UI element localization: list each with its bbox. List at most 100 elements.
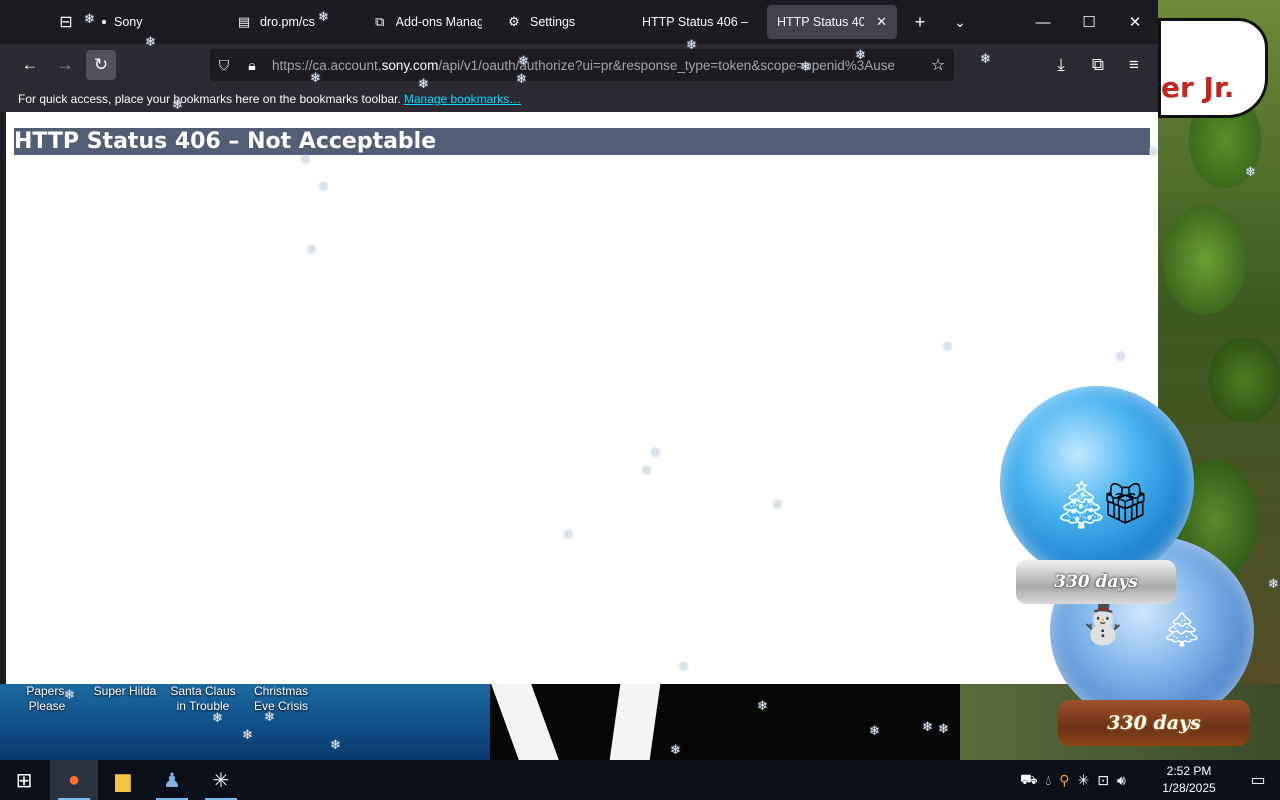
plus-icon: +: [914, 11, 926, 32]
snowflake-icon: ❄: [650, 445, 661, 460]
snowflake-icon: ❄: [772, 497, 783, 512]
extensions-button[interactable]: ⧉: [1083, 50, 1113, 80]
snowflake-icon: ❄: [942, 339, 953, 354]
speech-bubble-text: er Jr.: [1161, 71, 1235, 104]
close-icon: ✕: [1128, 14, 1142, 31]
snowflake-icon: ❄: [84, 11, 95, 26]
snowflake-icon: ❄: [1148, 144, 1159, 159]
snowflake-icon: ❄: [418, 76, 429, 91]
maximize-icon: ☐: [1082, 14, 1096, 31]
url-text[interactable]: https://ca.account.sony.com/api/v1/oauth…: [266, 58, 922, 73]
tab-http-406-1[interactable]: HTTP Status 406 – N: [632, 5, 762, 39]
wallpaper-legs: [491, 684, 675, 760]
desktop-icon-super-hilda[interactable]: Super Hilda: [88, 684, 162, 714]
snowman-icon: ⛄: [1078, 602, 1128, 646]
snowflake-icon: ❄: [310, 70, 321, 85]
gear-icon: ⚙: [508, 14, 520, 29]
snowflake-icon: ❄: [330, 737, 341, 752]
snowflake-icon: ❄: [670, 742, 681, 757]
maximize-button[interactable]: ☐: [1066, 0, 1112, 44]
people-icon: ♟: [163, 769, 181, 792]
droplet-icon[interactable]: 💧︎: [1046, 772, 1052, 789]
notifications-button[interactable]: ▭: [1246, 768, 1270, 792]
back-button[interactable]: ←: [15, 50, 45, 80]
start-button[interactable]: ⊞: [0, 760, 48, 800]
new-tab-button[interactable]: +: [906, 8, 934, 36]
url-bar[interactable]: ⛉ 🔒︎ https://ca.account.sony.com/api/v1/…: [210, 49, 954, 81]
snowflake-icon: ❄: [1268, 576, 1279, 591]
tab-http-406-active[interactable]: HTTP Status 406 – ✕: [767, 5, 897, 39]
pine-tree-icon: 🌲︎: [1160, 611, 1204, 649]
snowflake-icon: ❄: [518, 53, 529, 68]
clock-time: 2:52 PM: [1166, 764, 1212, 778]
tab-bar: ⊟ Sony ▤ dro.pm/cs ⧉ Add-ons Manag ⚙ Set…: [0, 0, 1158, 44]
close-window-button[interactable]: ✕: [1112, 0, 1158, 44]
snowflake-icon: ❄: [264, 709, 275, 724]
taskbar-app-star[interactable]: ✳: [197, 760, 245, 800]
app-menu-button[interactable]: ≡: [1119, 50, 1149, 80]
snowflake-icon: ❄: [212, 710, 223, 725]
snowflake-icon: ❄: [855, 47, 866, 62]
taskbar: ⊞ ● ▆ ♟ ✳ ⛟ 💧︎ ⚲ ✳ ⊡ 🔊︎ 2:52 PM 1/28/202…: [0, 760, 1280, 800]
folder-icon: ▆: [115, 769, 131, 792]
firefox-view-button[interactable]: ⊟: [52, 8, 80, 36]
close-tab-icon[interactable]: ✕: [876, 14, 887, 30]
desktop-icon-christmas-eve[interactable]: Christmas Eve Crisis: [244, 684, 318, 714]
snowflake-icon: ❄: [242, 727, 253, 742]
hamburger-menu-icon: ≡: [1129, 55, 1139, 74]
snowflake-icon: ❄: [145, 34, 156, 49]
taskbar-app-people[interactable]: ♟: [148, 760, 196, 800]
snowflake-icon: ❄: [64, 687, 75, 702]
page-content: HTTP Status 406 – Not Acceptable: [6, 112, 1158, 684]
snowflake-tray-icon[interactable]: ✳: [1078, 772, 1090, 789]
snowflake-icon: ❄: [757, 698, 768, 713]
volume-icon[interactable]: 🔊︎: [1117, 772, 1126, 789]
snowflake-icon: ❄: [306, 242, 317, 257]
gift-icon: 🎁︎: [1100, 482, 1151, 526]
tab-dro-pm[interactable]: ▤ dro.pm/cs: [226, 5, 356, 39]
clock[interactable]: 2:52 PM 1/28/2025: [1154, 763, 1224, 797]
snow-globe-base-2: 330 days: [1058, 700, 1250, 746]
reload-button[interactable]: ↻: [86, 50, 116, 80]
puzzle-icon: ⧉: [375, 14, 385, 29]
tab-sony[interactable]: Sony: [92, 5, 222, 39]
firefox-view-icon: ⊟: [59, 14, 73, 31]
page-title: HTTP Status 406 – Not Acceptable: [14, 128, 1150, 155]
search-icon[interactable]: ⚲: [1059, 772, 1069, 789]
snowflake-icon: ❄: [172, 97, 183, 112]
desktop-icon-santa-claus[interactable]: Santa Claus in Trouble: [166, 684, 240, 714]
bookmarks-hint: For quick access, place your bookmarks h…: [18, 92, 401, 106]
taskbar-file-explorer[interactable]: ▆: [99, 760, 147, 800]
snowflake-icon: ❄: [922, 719, 933, 734]
arrow-right-icon: →: [56, 55, 74, 74]
network-icon[interactable]: ⊡: [1097, 772, 1109, 789]
download-icon: ⤓: [1057, 55, 1065, 74]
forward-button[interactable]: →: [50, 50, 80, 80]
snowflake-icon: ❄: [318, 179, 329, 194]
snowflake-icon: ❄: [678, 659, 689, 674]
puzzle-icon: ⧉: [1091, 55, 1105, 74]
chevron-down-icon: ⌄: [954, 13, 966, 30]
bookmark-star-icon[interactable]: ☆: [922, 55, 954, 75]
tray-app-icon[interactable]: ⛟: [1020, 771, 1038, 790]
taskbar-firefox[interactable]: ●: [50, 760, 98, 800]
snowflake-icon: ❄: [1245, 164, 1256, 179]
firefox-icon: ●: [67, 768, 81, 791]
snowflake-icon: ❄: [563, 527, 574, 542]
reload-icon: ↻: [93, 55, 109, 74]
lock-icon[interactable]: 🔒︎: [238, 49, 266, 81]
clock-date: 1/28/2025: [1162, 781, 1216, 795]
snowflake-icon: ❄: [938, 721, 949, 736]
page-favicon: ▤: [237, 14, 251, 29]
list-tabs-button[interactable]: ⌄: [946, 8, 974, 36]
tab-settings[interactable]: ⚙ Settings: [496, 5, 626, 39]
tab-addons[interactable]: ⧉ Add-ons Manag: [362, 5, 492, 39]
minimize-button[interactable]: —: [1020, 0, 1066, 44]
snowflake-icon: ❄: [516, 71, 527, 86]
snowflake-icon: ❄: [300, 152, 311, 167]
dot-icon: [102, 20, 106, 24]
shield-icon[interactable]: ⛉: [210, 49, 238, 81]
manage-bookmarks-link[interactable]: Manage bookmarks…: [404, 92, 521, 106]
downloads-button[interactable]: ⤓: [1046, 50, 1076, 80]
snowflake-icon: ❄: [800, 59, 811, 74]
